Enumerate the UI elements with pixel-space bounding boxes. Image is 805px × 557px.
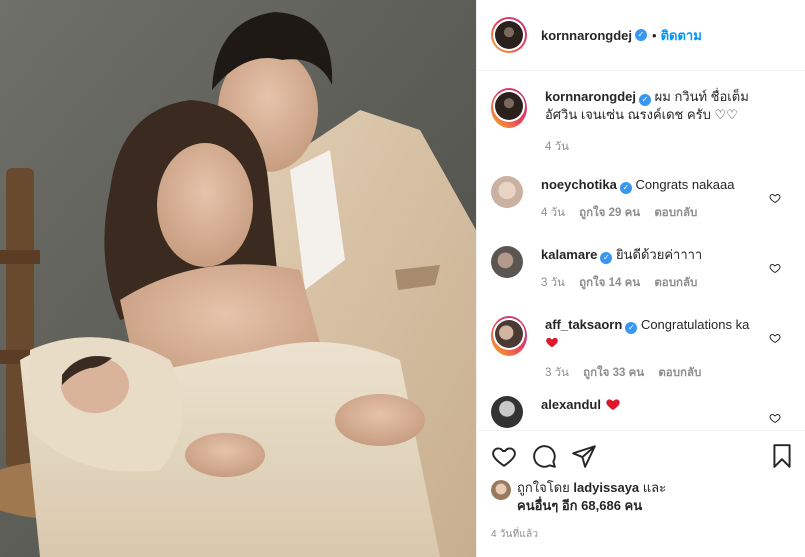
verified-badge-icon: ✓ bbox=[639, 94, 652, 106]
follow-button[interactable]: ติดตาม bbox=[661, 25, 702, 46]
likes-summary: ถูกใจโดย ladyissaya และ คนอื่นๆ อีก 68,6… bbox=[491, 479, 791, 515]
comment-username[interactable]: kalamare bbox=[541, 247, 597, 262]
reply-button[interactable]: ตอบกลับ bbox=[658, 367, 701, 379]
comment-icon[interactable] bbox=[531, 443, 557, 469]
liker-avatar[interactable] bbox=[491, 480, 511, 500]
comment-likes[interactable]: ถูกใจ 29 คน bbox=[579, 207, 640, 219]
post-header: kornnarongdej ✓ • ติดตาม bbox=[477, 0, 805, 71]
comment-username[interactable]: alexandul bbox=[541, 397, 601, 412]
comment-item: alexandul bbox=[491, 396, 791, 430]
separator-dot: • bbox=[652, 27, 657, 43]
comment-username[interactable]: aff_taksaorn bbox=[545, 317, 622, 332]
share-icon[interactable] bbox=[571, 443, 597, 469]
verified-badge-icon: ✓ bbox=[619, 182, 632, 194]
comment-text: Congrats nakaaa bbox=[635, 177, 735, 192]
commenter-avatar[interactable] bbox=[491, 396, 523, 428]
comment-item: noeychotika ✓ Congrats nakaaa 4 วัน ถูกใจ… bbox=[491, 176, 791, 246]
comment-time[interactable]: 3 วัน bbox=[545, 367, 569, 379]
comments-list[interactable]: kornnarongdej ✓ ผม กวินท์ ชื่อเต็ม อัศวิน… bbox=[477, 72, 805, 430]
verified-badge-icon: ✓ bbox=[625, 322, 638, 334]
post-side-panel: kornnarongdej ✓ • ติดตาม kornnarongdej ✓ … bbox=[476, 0, 805, 557]
likes-and: และ bbox=[642, 480, 667, 495]
comment-text: Congratulations ka bbox=[640, 317, 750, 332]
red-heart-emoji-icon bbox=[605, 399, 620, 410]
reply-button[interactable]: ตอบกลับ bbox=[654, 207, 697, 219]
post-timestamp[interactable]: 4 วันที่แล้ว bbox=[491, 527, 791, 542]
comment-time[interactable]: 4 วัน bbox=[541, 207, 565, 219]
liker-username[interactable]: ladyissaya bbox=[573, 480, 639, 495]
caption-avatar[interactable] bbox=[491, 88, 527, 128]
comment-likes[interactable]: ถูกใจ 14 คน bbox=[579, 277, 640, 289]
comment-time[interactable]: 3 วัน bbox=[541, 277, 565, 289]
caption-time[interactable]: 4 วัน bbox=[545, 141, 569, 153]
author-avatar[interactable] bbox=[491, 17, 527, 53]
verified-badge-icon: ✓ bbox=[635, 29, 648, 41]
commenter-avatar[interactable] bbox=[491, 246, 523, 278]
post-photo[interactable] bbox=[0, 0, 476, 557]
heart-icon[interactable] bbox=[769, 332, 781, 344]
caption: kornnarongdej ✓ ผม กวินท์ ชื่อเต็ม อัศวิน… bbox=[491, 88, 791, 176]
heart-icon[interactable] bbox=[769, 262, 781, 274]
author-username[interactable]: kornnarongdej bbox=[541, 28, 632, 43]
post-actions: ถูกใจโดย ladyissaya และ คนอื่นๆ อีก 68,6… bbox=[477, 430, 805, 557]
commenter-avatar[interactable] bbox=[491, 176, 523, 208]
heart-icon[interactable] bbox=[769, 412, 781, 424]
comment-item: aff_taksaorn ✓ Congratulations ka 3 วัน ถ… bbox=[491, 316, 791, 396]
comment-username[interactable]: noeychotika bbox=[541, 177, 617, 192]
bookmark-icon[interactable] bbox=[769, 443, 795, 469]
comment-item: kalamare ✓ ยินดีด้วยค่าาาา 3 วัน ถูกใจ 14… bbox=[491, 246, 791, 316]
reply-button[interactable]: ตอบกลับ bbox=[654, 277, 697, 289]
heart-icon[interactable] bbox=[769, 192, 781, 204]
comment-likes[interactable]: ถูกใจ 33 คน bbox=[583, 367, 644, 379]
family-portrait-image bbox=[0, 0, 476, 557]
likes-others[interactable]: คนอื่นๆ อีก 68,686 คน bbox=[517, 498, 642, 513]
verified-badge-icon: ✓ bbox=[600, 252, 613, 264]
heart-icon[interactable] bbox=[491, 443, 517, 469]
caption-username[interactable]: kornnarongdej bbox=[545, 89, 636, 104]
commenter-avatar[interactable] bbox=[491, 316, 527, 356]
likes-prefix: ถูกใจโดย bbox=[517, 480, 570, 495]
red-heart-emoji-icon bbox=[546, 337, 558, 348]
comment-text: ยินดีด้วยค่าาาา bbox=[616, 247, 703, 262]
